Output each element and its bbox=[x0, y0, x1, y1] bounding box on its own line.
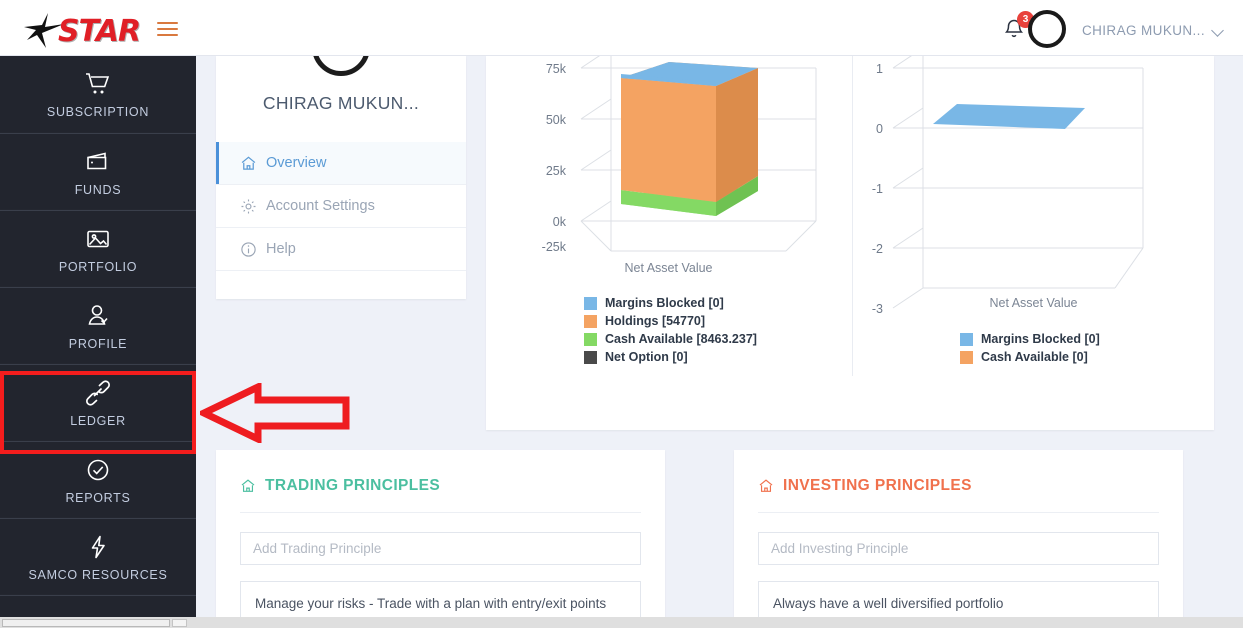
profile-menu: Overview Account Settings Help bbox=[216, 142, 466, 271]
header-user-name[interactable]: CHIRAG MUKUN... bbox=[1082, 23, 1205, 38]
shopping-cart-icon bbox=[84, 69, 112, 99]
legend-item: Margins Blocked [0] bbox=[584, 294, 757, 312]
sidebar-item-label: LEDGER bbox=[70, 413, 126, 428]
svg-text:75k: 75k bbox=[546, 62, 567, 76]
link-chain-icon bbox=[84, 378, 112, 408]
net-asset-value-charts-panel: 75k 50k 25k 0k -25k Net Asset Value Marg… bbox=[486, 56, 1214, 430]
legend-label: Holdings [54770] bbox=[605, 314, 706, 328]
sidebar-item-reports[interactable]: REPORTS bbox=[0, 441, 196, 518]
gear-icon bbox=[240, 198, 266, 215]
sidebar-item-label: SAMCO RESOURCES bbox=[28, 567, 168, 582]
chevron-down-icon[interactable] bbox=[1211, 24, 1224, 37]
scrollbar-end-cap[interactable] bbox=[172, 619, 187, 627]
sidebar-item-samco-resources[interactable]: SAMCO RESOURCES bbox=[0, 518, 196, 595]
horizontal-scrollbar[interactable] bbox=[0, 617, 1243, 628]
sidebar-item-label: FUNDS bbox=[74, 182, 122, 197]
investing-principles-card: INVESTING PRINCIPLES Always have a well … bbox=[734, 450, 1183, 628]
legend-swatch-margins-blocked bbox=[960, 332, 973, 346]
info-icon bbox=[240, 241, 266, 258]
main-content: CHIRAG MUKUN... Overview Account Setting… bbox=[196, 56, 1243, 628]
legend-label: Cash Available [0] bbox=[981, 350, 1088, 364]
left-sidebar: SUBSCRIPTION FUNDS PORTFOLIO PROFILE LED… bbox=[0, 56, 196, 628]
add-trading-principle-input[interactable] bbox=[240, 532, 641, 565]
profile-name: CHIRAG MUKUN... bbox=[262, 93, 420, 113]
user-avatar-large bbox=[312, 56, 370, 76]
trading-principles-card: TRADING PRINCIPLES Manage your risks - T… bbox=[216, 450, 665, 628]
sidebar-item-subscription[interactable]: SUBSCRIPTION bbox=[0, 56, 196, 133]
app-root: STAR 3 CHIRAG MUKUN... SUBSCRIPTION FUND… bbox=[0, 0, 1243, 628]
profile-menu-item-account-settings[interactable]: Account Settings bbox=[216, 185, 466, 228]
brand-logo-text: STAR bbox=[58, 14, 141, 49]
wallet-icon bbox=[85, 147, 111, 177]
legend-swatch-cash-available bbox=[584, 332, 597, 346]
trading-principles-title: TRADING PRINCIPLES bbox=[265, 477, 441, 494]
chart-x-axis-label: Net Asset Value bbox=[624, 261, 713, 275]
profile-menu-item-help[interactable]: Help bbox=[216, 228, 466, 271]
svg-text:25k: 25k bbox=[546, 164, 567, 178]
legend-label: Margins Blocked [0] bbox=[605, 296, 724, 310]
chart-net-asset-value-secondary: 1 0 -1 -2 -3 Net Asset Value Margins Blo… bbox=[852, 56, 1214, 376]
chart-net-asset-value-primary: 75k 50k 25k 0k -25k Net Asset Value Marg… bbox=[486, 56, 851, 376]
profile-card: CHIRAG MUKUN... Overview Account Setting… bbox=[216, 56, 466, 299]
sidebar-item-label: PORTFOLIO bbox=[58, 259, 138, 274]
svg-text:0: 0 bbox=[876, 122, 883, 136]
legend-item: Margins Blocked [0] bbox=[960, 330, 1100, 348]
investing-principles-title: INVESTING PRINCIPLES bbox=[783, 477, 972, 494]
sidebar-item-profile[interactable]: PROFILE bbox=[0, 287, 196, 364]
home-icon bbox=[758, 478, 774, 494]
svg-text:-2: -2 bbox=[872, 242, 883, 256]
legend-label: Margins Blocked [0] bbox=[981, 332, 1100, 346]
legend-swatch-cash-available bbox=[960, 350, 973, 364]
check-circle-icon bbox=[85, 455, 111, 485]
sidebar-item-label: PROFILE bbox=[68, 336, 128, 351]
divider bbox=[240, 512, 641, 513]
sidebar-item-label: REPORTS bbox=[65, 490, 131, 505]
svg-text:-1: -1 bbox=[872, 182, 883, 196]
lightning-bolt-icon bbox=[86, 532, 110, 562]
sidebar-item-funds[interactable]: FUNDS bbox=[0, 133, 196, 210]
legend-swatch-margins-blocked bbox=[584, 296, 597, 310]
avatar[interactable] bbox=[1028, 10, 1066, 48]
home-icon bbox=[240, 155, 266, 172]
divider bbox=[758, 512, 1159, 513]
svg-text:50k: 50k bbox=[546, 113, 567, 127]
legend-swatch-net-option bbox=[584, 350, 597, 364]
legend-item: Net Option [0] bbox=[584, 348, 757, 366]
chart-legend: Margins Blocked [0] Cash Available [0] bbox=[960, 330, 1100, 366]
svg-text:0k: 0k bbox=[553, 215, 567, 229]
sidebar-item-label: SUBSCRIPTION bbox=[46, 105, 150, 119]
legend-label: Cash Available [8463.237] bbox=[605, 332, 757, 346]
sidebar-item-ledger[interactable]: LEDGER bbox=[0, 364, 196, 441]
home-icon bbox=[240, 478, 256, 494]
sidebar-item-portfolio[interactable]: PORTFOLIO bbox=[0, 210, 196, 287]
legend-item: Cash Available [8463.237] bbox=[584, 330, 757, 348]
image-picture-icon bbox=[85, 224, 111, 254]
profile-menu-label: Help bbox=[266, 241, 296, 257]
legend-item: Cash Available [0] bbox=[960, 348, 1100, 366]
notification-bell-icon[interactable]: 3 bbox=[1002, 11, 1034, 43]
svg-text:1: 1 bbox=[876, 62, 883, 76]
profile-menu-label: Account Settings bbox=[266, 198, 375, 214]
top-header: STAR 3 CHIRAG MUKUN... bbox=[0, 0, 1243, 56]
legend-item: Holdings [54770] bbox=[584, 312, 757, 330]
profile-menu-label: Overview bbox=[266, 155, 327, 171]
scrollbar-thumb[interactable] bbox=[2, 619, 170, 627]
investing-principles-header: INVESTING PRINCIPLES bbox=[734, 450, 1183, 495]
chart-legend: Margins Blocked [0] Holdings [54770] Cas… bbox=[584, 294, 757, 366]
svg-text:-25k: -25k bbox=[542, 240, 567, 254]
chart-x-axis-label: Net Asset Value bbox=[989, 296, 1078, 310]
add-investing-principle-input[interactable] bbox=[758, 532, 1159, 565]
legend-swatch-holdings bbox=[584, 314, 597, 328]
legend-label: Net Option [0] bbox=[605, 350, 688, 364]
chart-3d-flat-plane: 1 0 -1 -2 -3 bbox=[872, 56, 1144, 316]
brand-logo[interactable]: STAR bbox=[22, 8, 142, 50]
hamburger-menu-icon[interactable] bbox=[157, 22, 178, 36]
trading-principles-header: TRADING PRINCIPLES bbox=[216, 450, 665, 495]
user-check-icon bbox=[85, 301, 111, 331]
profile-menu-item-overview[interactable]: Overview bbox=[216, 142, 466, 185]
